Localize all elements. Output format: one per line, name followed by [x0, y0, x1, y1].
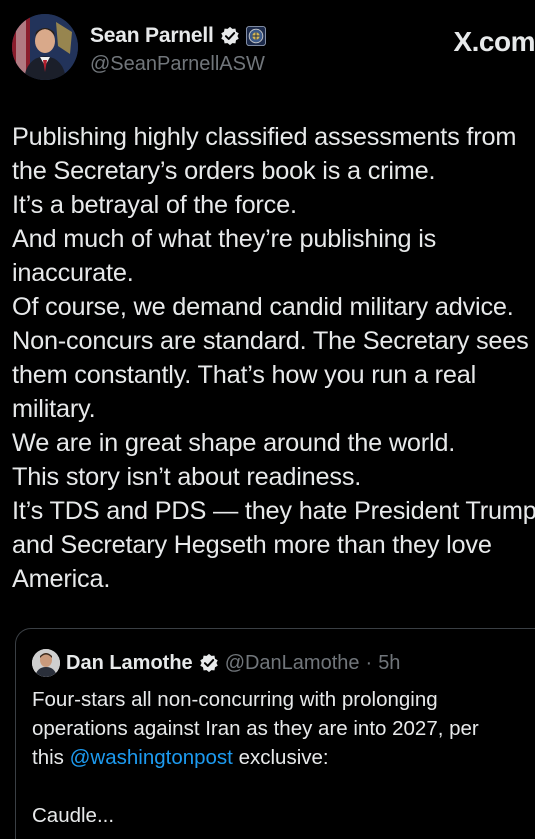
quoted-post-time[interactable]: 5h [378, 652, 400, 675]
post-line: Of course, we demand candid military adv… [12, 293, 514, 321]
separator-dot: · [365, 651, 373, 674]
quoted-line: this @washingtonpost exclusive: [32, 743, 479, 772]
post-line: We are in great shape around the world. [12, 429, 456, 457]
post-line: Non-concurs are standard. The Secretary … [12, 327, 529, 355]
quoted-line: operations against Iran as they are into… [32, 717, 479, 740]
quoted-author-handle[interactable]: @DanLamothe [225, 652, 360, 675]
post-line: And much of what they’re publishing is [12, 225, 437, 253]
post-line: the Secretary’s orders book is a crime. [12, 157, 436, 185]
post-line: It’s TDS and PDS — they hate President T… [12, 497, 535, 525]
quoted-post-card[interactable]: Dan Lamothe @DanLamothe · 5h Four-stars … [15, 628, 535, 839]
post-line: It’s a betrayal of the force. [12, 191, 297, 219]
quoted-line: Four-stars all non-concurring with prolo… [32, 688, 438, 711]
post-line: This story isn’t about readiness. [12, 463, 362, 491]
quoted-line-truncated: Caudle... [32, 804, 115, 827]
quoted-author-photo-icon [32, 649, 60, 677]
quoted-line-prefix: this [32, 746, 64, 769]
author-photo-icon [12, 14, 78, 80]
quoted-post-header: Dan Lamothe @DanLamothe · 5h [32, 649, 400, 677]
x-watermark: X.com [453, 26, 535, 57]
quoted-author-avatar[interactable] [32, 649, 60, 677]
mention-link[interactable]: @washingtonpost [70, 746, 233, 769]
post-line: and Secretary Hegseth more than they lov… [12, 531, 492, 559]
author-name-row: Sean Parnell [90, 24, 266, 48]
post-line: them constantly. That’s how you run a re… [12, 361, 477, 389]
dod-seal-icon[interactable] [245, 26, 266, 46]
post-text: Publishing highly classified assessments… [12, 120, 535, 596]
quoted-verified-badge-icon [199, 653, 219, 673]
quoted-blank-line [32, 772, 479, 801]
author-avatar[interactable] [12, 14, 78, 80]
post-line: Publishing highly classified assessments… [12, 123, 517, 151]
quoted-line-suffix: exclusive: [238, 746, 329, 769]
post-line: military. [12, 395, 96, 423]
quoted-author-name[interactable]: Dan Lamothe [66, 652, 193, 675]
author-name[interactable]: Sean Parnell [90, 24, 214, 48]
verified-badge-icon [220, 26, 240, 46]
author-handle[interactable]: @SeanParnellASW [90, 53, 265, 76]
post-line: inaccurate. [12, 259, 134, 287]
post-line: America. [12, 565, 111, 593]
quoted-post-text: Four-stars all non-concurring with prolo… [32, 685, 479, 830]
